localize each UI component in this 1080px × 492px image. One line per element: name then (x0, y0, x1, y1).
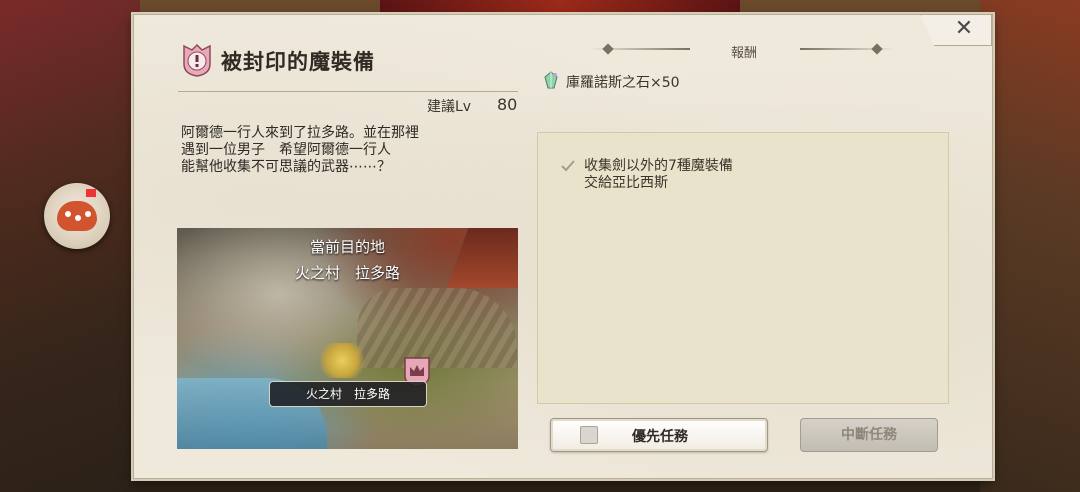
crystal-icon (544, 71, 558, 89)
map-city (317, 343, 367, 378)
recommended-level-label: 建議Lv (427, 99, 472, 115)
destination-name: 火之村 拉多路 (294, 264, 400, 282)
title-divider (178, 91, 518, 92)
recommended-level-value: 80 (497, 95, 518, 114)
background-right (980, 0, 1080, 492)
map-pin-label: 火之村 拉多路 (269, 381, 427, 407)
exclamation-shield-icon (183, 43, 211, 77)
map-mountains (357, 288, 517, 368)
check-icon (561, 160, 575, 172)
background-top (380, 0, 740, 14)
quest-description: 阿爾德一行人來到了拉多路。並在那裡 遇到一位男子 希望阿爾德一行人 能幫他收集不… (181, 125, 419, 175)
quest-title: 被封印的魔裝備 (221, 49, 375, 74)
abort-quest-button[interactable]: 中斷任務 (800, 418, 938, 452)
side-menu-icon (57, 201, 97, 231)
reward-header: 報酬 (730, 46, 757, 61)
close-icon[interactable]: ✕ (952, 16, 976, 42)
objective-text: 收集劍以外的7種魔裝備 交給亞比西斯 (584, 158, 733, 191)
reward-item-text: 庫羅諾斯之石×50 (566, 75, 680, 91)
destination-label: 當前目的地 (309, 238, 385, 256)
side-menu-button[interactable] (44, 183, 110, 249)
priority-checkbox[interactable] (580, 426, 598, 444)
side-menu-flag-icon (86, 189, 96, 197)
destination-map[interactable]: 當前目的地 火之村 拉多路 火之村 拉多路 (177, 228, 518, 449)
